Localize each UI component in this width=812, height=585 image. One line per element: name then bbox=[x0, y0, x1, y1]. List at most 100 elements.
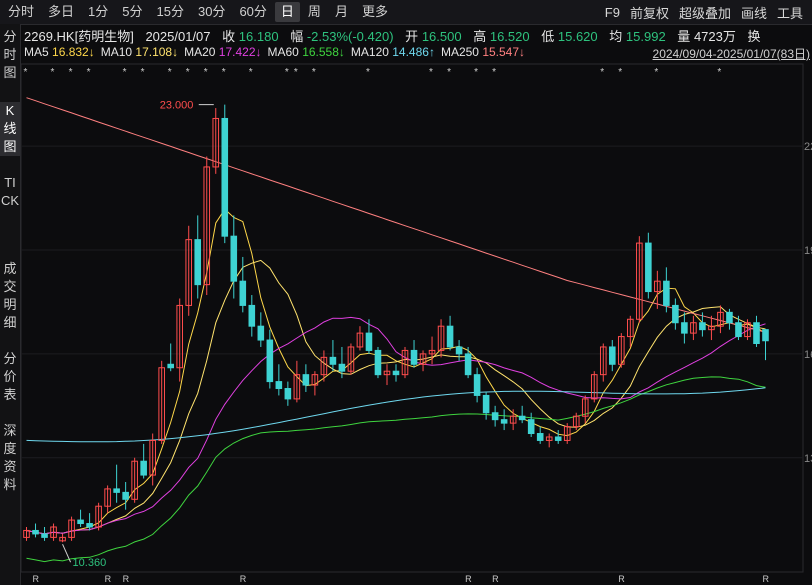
candle-body bbox=[554, 436, 562, 441]
candles bbox=[23, 104, 769, 543]
candle bbox=[518, 405, 526, 424]
candle bbox=[113, 464, 120, 503]
candle-body bbox=[410, 349, 418, 365]
candle bbox=[122, 481, 129, 510]
candle bbox=[365, 319, 373, 354]
event-star-marker: * bbox=[222, 67, 226, 78]
candle-body bbox=[41, 533, 48, 538]
rights-marker: R bbox=[465, 574, 472, 584]
event-star-marker: * bbox=[654, 67, 658, 78]
candlestick-chart[interactable]: 22 19 16 13 * * * * * * * * * * * * * * * * * * * * * * * 23.000 1… bbox=[0, 0, 812, 585]
event-star-marker: * bbox=[168, 67, 172, 78]
candle bbox=[599, 343, 607, 382]
candle bbox=[753, 315, 760, 347]
candle-body bbox=[230, 235, 238, 282]
candle-body bbox=[753, 322, 760, 345]
rights-marker: R bbox=[618, 574, 625, 584]
candle bbox=[419, 350, 427, 372]
candle bbox=[663, 267, 670, 313]
candle bbox=[392, 364, 400, 382]
candle-body bbox=[491, 412, 499, 421]
candle bbox=[347, 343, 355, 375]
candle-body bbox=[194, 239, 202, 286]
candle bbox=[618, 333, 625, 368]
candle-body bbox=[726, 311, 733, 324]
rights-marker: R bbox=[33, 574, 40, 584]
ma20-line bbox=[26, 316, 766, 535]
candle-body bbox=[536, 433, 544, 441]
candle bbox=[41, 526, 48, 541]
candle bbox=[293, 360, 301, 403]
event-star-marker: * bbox=[51, 67, 55, 78]
candle-body bbox=[275, 381, 283, 390]
candle-body bbox=[455, 346, 463, 355]
candle-body bbox=[762, 329, 769, 342]
candle-body bbox=[239, 280, 247, 306]
rights-marker: R bbox=[240, 574, 247, 584]
event-star-marker: * bbox=[24, 67, 28, 78]
candle bbox=[410, 340, 418, 368]
candle bbox=[374, 346, 382, 379]
candle-body bbox=[140, 460, 147, 476]
y-tick-label: 19 bbox=[804, 245, 812, 257]
event-star-marker: * bbox=[186, 67, 190, 78]
candle bbox=[167, 343, 174, 372]
candle bbox=[672, 298, 679, 330]
candle bbox=[581, 395, 589, 424]
candle-body bbox=[329, 356, 337, 365]
candle bbox=[329, 340, 337, 372]
candle bbox=[383, 364, 391, 386]
candle-body bbox=[681, 322, 688, 334]
candle bbox=[455, 340, 463, 361]
candle bbox=[473, 367, 481, 403]
candle bbox=[302, 364, 310, 392]
event-star-marker: * bbox=[312, 67, 316, 78]
event-star-marker: * bbox=[717, 67, 721, 78]
candle bbox=[536, 426, 544, 444]
candle-body bbox=[77, 519, 84, 525]
candle-body bbox=[464, 353, 472, 376]
event-star-marker: * bbox=[600, 67, 604, 78]
candle-body bbox=[32, 529, 39, 535]
candle-body bbox=[338, 363, 346, 372]
event-star-marker: * bbox=[366, 67, 370, 78]
rights-marker: R bbox=[762, 574, 769, 584]
ma250-line bbox=[26, 97, 766, 333]
candle-body bbox=[248, 304, 256, 327]
candle bbox=[356, 326, 364, 351]
candle bbox=[527, 412, 535, 437]
candle bbox=[563, 423, 571, 444]
candle-body bbox=[284, 388, 292, 400]
candle bbox=[203, 156, 211, 296]
candle-body bbox=[482, 394, 490, 414]
candle-body bbox=[392, 370, 400, 376]
candle bbox=[221, 104, 229, 244]
candle bbox=[401, 346, 409, 379]
candle bbox=[717, 305, 724, 334]
candle bbox=[464, 346, 472, 379]
candle bbox=[248, 295, 256, 337]
candle-body bbox=[735, 322, 742, 338]
candle-body bbox=[374, 349, 382, 376]
candle bbox=[708, 315, 715, 341]
candle-body bbox=[518, 415, 526, 421]
candle bbox=[681, 312, 688, 344]
event-star-marker: * bbox=[204, 67, 208, 78]
candle-body bbox=[302, 374, 310, 386]
candle bbox=[284, 381, 292, 406]
candle-body bbox=[527, 419, 535, 435]
candle bbox=[239, 256, 247, 313]
candle bbox=[645, 232, 652, 299]
candle bbox=[266, 329, 274, 389]
candle-body bbox=[167, 363, 174, 369]
candle bbox=[59, 533, 66, 543]
chart-frame bbox=[20, 63, 804, 573]
candle-body bbox=[86, 523, 93, 528]
event-star-marker: * bbox=[294, 67, 298, 78]
y-tick-label: 13 bbox=[804, 453, 812, 465]
candle-body bbox=[266, 339, 274, 383]
low-price-label: 10.360 bbox=[73, 557, 107, 569]
candle bbox=[194, 215, 202, 299]
candle bbox=[482, 391, 490, 420]
candle bbox=[185, 225, 193, 316]
